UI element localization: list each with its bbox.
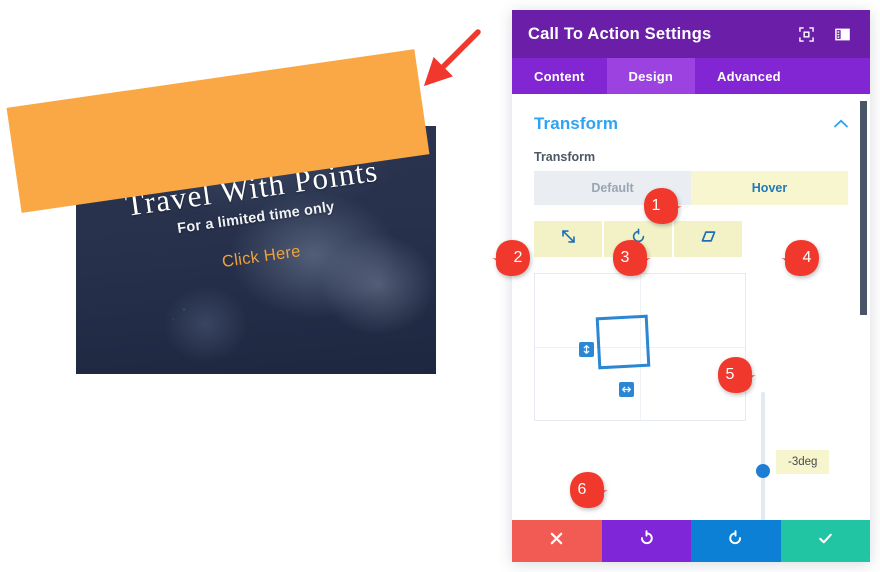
- fullscreen-icon[interactable]: [794, 22, 818, 46]
- transform-skew-button[interactable]: [674, 221, 742, 257]
- vertical-transform-slider[interactable]: [756, 392, 770, 520]
- chevron-up-icon[interactable]: [834, 115, 848, 133]
- undo-button[interactable]: [601, 520, 691, 562]
- tab-design[interactable]: Design: [606, 58, 696, 94]
- toggle-hover[interactable]: Hover: [691, 171, 848, 205]
- modal-body: Transform Transform Default Hover -3deg: [512, 94, 870, 520]
- marker-4: 4: [779, 238, 825, 278]
- vertical-slider-value[interactable]: -3deg: [776, 450, 830, 474]
- checkmark-icon: [817, 530, 834, 552]
- horizontal-resize-handle[interactable]: [619, 382, 634, 397]
- marker-6: 6: [564, 470, 610, 510]
- red-pointer-arrow: [423, 29, 481, 87]
- modal-footer: [512, 520, 870, 562]
- undo-arrow-icon: [638, 530, 655, 552]
- section-title: Transform: [534, 114, 619, 133]
- transform-section-header[interactable]: Transform: [512, 94, 870, 134]
- transform-scale-icon: [560, 228, 577, 250]
- tab-content[interactable]: Content: [512, 58, 607, 94]
- modal-scrollbar[interactable]: [860, 94, 867, 520]
- marker-4-label: 4: [802, 249, 812, 266]
- vertical-slider-knob[interactable]: [756, 464, 770, 478]
- transform-skew-icon: [700, 228, 717, 250]
- marker-3: 3: [607, 238, 653, 278]
- marker-1-label: 1: [651, 197, 661, 214]
- modal-title: Call To Action Settings: [528, 24, 712, 43]
- transform-field-label: Transform: [534, 150, 596, 164]
- cancel-button[interactable]: [512, 520, 602, 562]
- marker-3-label: 3: [620, 249, 630, 266]
- marker-2-label: 2: [513, 249, 523, 266]
- close-x-icon: [549, 531, 564, 551]
- modal-header: Call To Action Settings: [512, 10, 870, 58]
- transform-scale-button[interactable]: [534, 221, 602, 257]
- marker-5: 5: [712, 355, 758, 395]
- redo-arrow-icon: [727, 530, 744, 552]
- cta-module-preview: Travel With Points For a limited time on…: [0, 0, 512, 572]
- save-button[interactable]: [780, 520, 870, 562]
- marker-5-label: 5: [725, 366, 735, 383]
- modal-tabs: Content Design Advanced: [512, 58, 870, 94]
- transform-state-toggle: Default Hover: [534, 171, 848, 205]
- layout-panel-icon[interactable]: [830, 22, 854, 46]
- redo-button[interactable]: [691, 520, 781, 562]
- transform-shape-box[interactable]: [595, 314, 651, 370]
- tab-advanced[interactable]: Advanced: [695, 58, 803, 94]
- marker-2: 2: [490, 238, 536, 278]
- screenshot-root: Travel With Points For a limited time on…: [0, 0, 880, 572]
- marker-6-label: 6: [577, 481, 587, 498]
- transform-preview-canvas[interactable]: [534, 273, 746, 421]
- vertical-resize-handle[interactable]: [579, 342, 594, 357]
- scrollbar-thumb[interactable]: [860, 101, 867, 315]
- marker-1: 1: [638, 186, 684, 226]
